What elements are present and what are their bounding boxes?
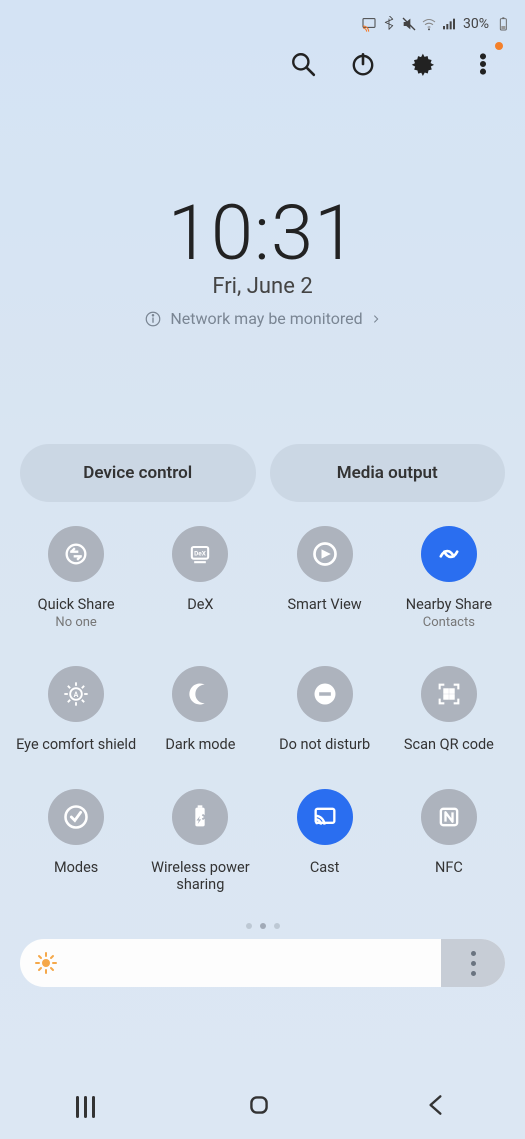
search-icon xyxy=(290,51,316,77)
home-icon xyxy=(246,1092,272,1118)
more-vert-icon xyxy=(471,951,476,976)
tile-label: Modes xyxy=(54,859,98,876)
tile-dex[interactable]: DeX DeX xyxy=(138,526,262,630)
more-vert-icon xyxy=(470,51,496,77)
tile-label: Do not disturb xyxy=(279,736,370,753)
quick-settings-grid: Quick Share No one DeX DeX Smart View Ne… xyxy=(0,526,525,893)
power-button[interactable] xyxy=(349,50,377,78)
tile-label: Scan QR code xyxy=(404,736,494,753)
more-button[interactable] xyxy=(469,50,497,78)
page-dot xyxy=(274,923,280,929)
cast-status-icon xyxy=(361,16,377,32)
recents-button[interactable] xyxy=(76,1096,95,1118)
tile-label: Eye comfort shield xyxy=(16,736,136,753)
tile-dark-mode[interactable]: Dark mode xyxy=(138,666,262,753)
clock-block: 10:31 Fri, June 2 Network may be monitor… xyxy=(0,188,525,328)
signal-icon xyxy=(441,16,457,32)
settings-button[interactable] xyxy=(409,50,437,78)
tile-label: Cast xyxy=(310,859,340,876)
tile-sub: No one xyxy=(55,615,96,630)
back-icon xyxy=(423,1092,449,1118)
eye-shield-icon: A xyxy=(48,666,104,722)
tile-label: DeX xyxy=(187,596,213,613)
battery-icon xyxy=(495,16,511,32)
info-icon xyxy=(144,310,162,328)
media-output-button[interactable]: Media output xyxy=(270,444,506,502)
svg-text:A: A xyxy=(74,691,79,699)
clock-time: 10:31 xyxy=(0,188,525,278)
tile-cast[interactable]: Cast xyxy=(263,789,387,893)
tile-wireless-power[interactable]: Wireless power sharing xyxy=(138,789,262,893)
chevron-right-icon xyxy=(371,314,381,324)
more-notification-dot xyxy=(495,42,503,50)
nfc-icon xyxy=(421,789,477,845)
cast-icon xyxy=(297,789,353,845)
tile-label: Dark mode xyxy=(165,736,235,753)
bluetooth-icon xyxy=(381,16,397,32)
back-button[interactable] xyxy=(423,1092,449,1122)
tile-nfc[interactable]: NFC xyxy=(387,789,511,893)
swap-icon xyxy=(48,526,104,582)
dex-icon: DeX xyxy=(172,526,228,582)
search-button[interactable] xyxy=(289,50,317,78)
page-dot xyxy=(246,923,252,929)
home-button[interactable] xyxy=(246,1092,272,1122)
page-dot xyxy=(260,923,266,929)
device-control-label: Device control xyxy=(83,463,192,483)
nearby-share-icon xyxy=(421,526,477,582)
sun-icon xyxy=(34,951,58,975)
qr-icon xyxy=(421,666,477,722)
network-monitored-row[interactable]: Network may be monitored xyxy=(0,309,525,328)
tile-label: Smart View xyxy=(288,596,362,613)
brightness-slider[interactable] xyxy=(20,939,505,987)
tile-label: NFC xyxy=(435,859,463,876)
tile-label: Nearby Share xyxy=(406,596,492,613)
mute-icon xyxy=(401,16,417,32)
network-msg: Network may be monitored xyxy=(170,309,362,328)
dnd-icon xyxy=(297,666,353,722)
svg-text:DeX: DeX xyxy=(195,550,207,558)
brightness-more-button[interactable] xyxy=(441,939,505,987)
navigation-bar xyxy=(0,1075,525,1139)
media-output-label: Media output xyxy=(337,463,438,483)
tile-quick-share[interactable]: Quick Share No one xyxy=(14,526,138,630)
pill-row: Device control Media output xyxy=(0,444,525,502)
recents-icon xyxy=(76,1096,95,1118)
tile-label: Quick Share xyxy=(38,596,115,613)
tile-smart-view[interactable]: Smart View xyxy=(263,526,387,630)
status-bar: 30% xyxy=(0,0,525,36)
tile-scan-qr[interactable]: Scan QR code xyxy=(387,666,511,753)
battery-percent: 30% xyxy=(463,16,489,32)
device-control-button[interactable]: Device control xyxy=(20,444,256,502)
tile-modes[interactable]: Modes xyxy=(14,789,138,893)
wifi-icon xyxy=(421,16,437,32)
moon-icon xyxy=(172,666,228,722)
gear-icon xyxy=(410,51,436,77)
tile-nearby-share[interactable]: Nearby Share Contacts xyxy=(387,526,511,630)
clock-date: Fri, June 2 xyxy=(0,274,525,299)
tile-dnd[interactable]: Do not disturb xyxy=(263,666,387,753)
tile-sub: Contacts xyxy=(423,615,475,630)
battery-share-icon xyxy=(172,789,228,845)
smartview-icon xyxy=(297,526,353,582)
panel-actions xyxy=(0,36,525,78)
power-icon xyxy=(350,51,376,77)
modes-icon xyxy=(48,789,104,845)
page-indicator xyxy=(0,923,525,929)
tile-eye-comfort[interactable]: A Eye comfort shield xyxy=(14,666,138,753)
tile-label: Wireless power sharing xyxy=(138,859,262,893)
